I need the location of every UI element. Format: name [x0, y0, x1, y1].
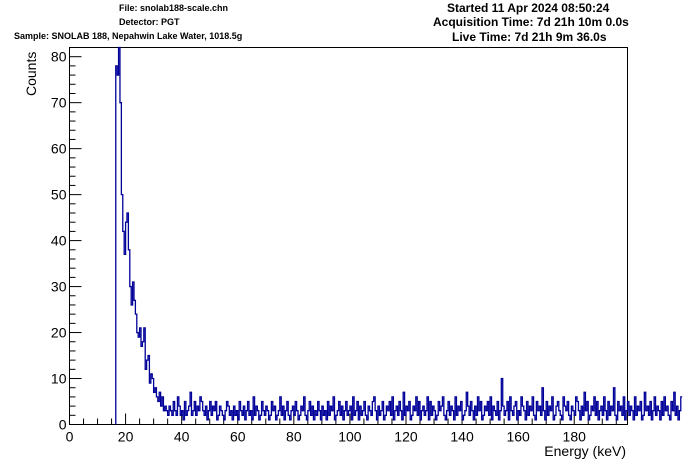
y-tick-label: 40: [51, 233, 67, 249]
y-axis: 0 10 20 30 40 50 60 70 80: [51, 47, 82, 433]
y-tick-label: 80: [51, 49, 67, 65]
x-tick-label: 80: [286, 429, 302, 445]
x-tick-label: 100: [338, 429, 362, 445]
x-tick-label: 160: [506, 429, 530, 445]
y-axis-label: Counts: [23, 52, 39, 96]
x-tick-label: 140: [450, 429, 474, 445]
y-tick-label: 0: [59, 417, 67, 433]
plot-frame: [69, 47, 628, 425]
x-tick-label: 120: [394, 429, 418, 445]
x-tick-label: 0: [66, 429, 74, 445]
y-tick-label: 70: [51, 95, 67, 111]
y-tick-label: 30: [51, 279, 67, 295]
energy-spectrum-chart: 0 20 40 60 80 100 120 140 160 180 010203040506070…: [23, 46, 683, 459]
x-axis-label: Energy (keV): [544, 443, 626, 459]
y-tick-label: 10: [51, 371, 67, 387]
x-tick-label: 60: [230, 429, 246, 445]
y-tick-label: 20: [51, 325, 67, 341]
spectrum-series-line: [115, 46, 683, 425]
y-tick-label: 50: [51, 187, 67, 203]
y-tick-label: 60: [51, 141, 67, 157]
x-axis: 0 20 40 60 80 100 120 140 160 180: [66, 413, 617, 445]
x-tick-label: 40: [174, 429, 190, 445]
x-tick-label: 20: [118, 429, 134, 445]
